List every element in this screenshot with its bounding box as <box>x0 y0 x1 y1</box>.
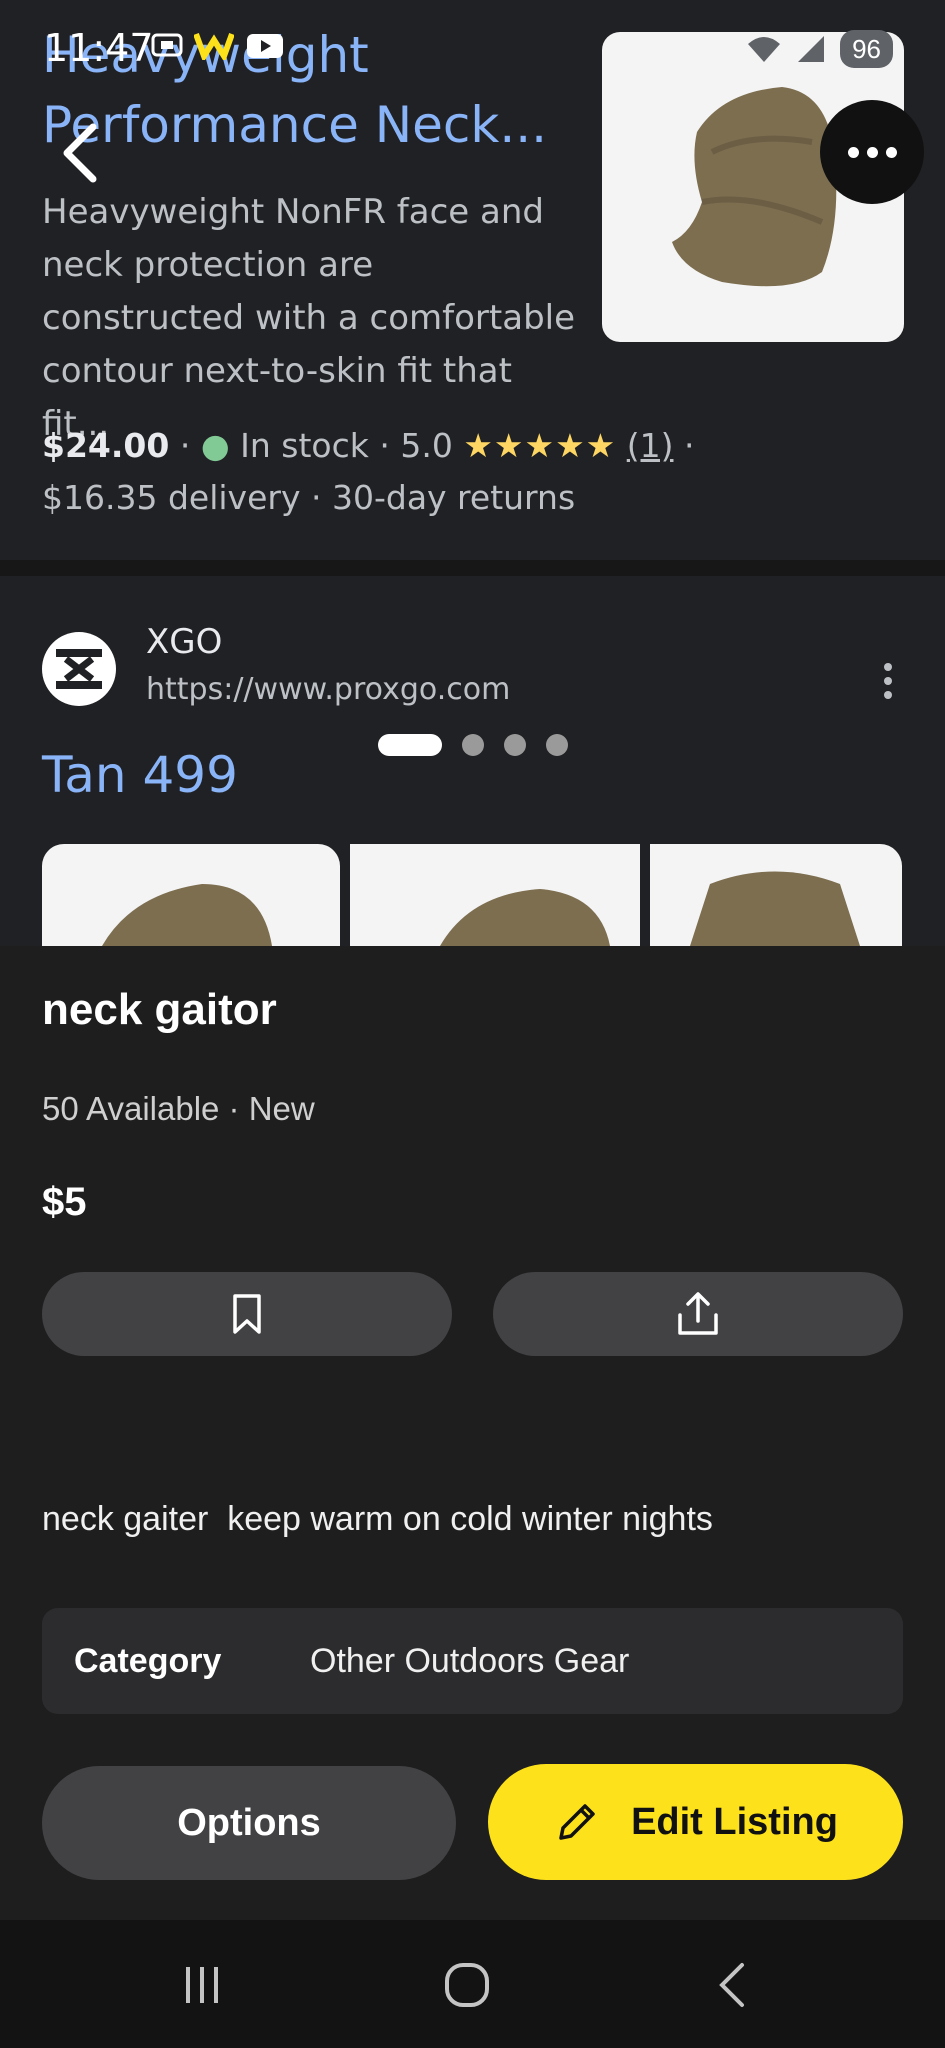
wifi-icon <box>748 37 781 62</box>
pencil-icon <box>559 1804 595 1840</box>
more-vertical-icon <box>884 663 892 671</box>
review-count[interactable]: (1) <box>627 426 674 465</box>
site-logo <box>42 632 116 706</box>
listing-price: $5 <box>42 1180 87 1224</box>
result-divider <box>0 560 945 576</box>
rating-value: 5.0 <box>400 426 453 465</box>
share-icon <box>678 1292 718 1335</box>
youtube-icon <box>246 34 283 58</box>
more-horizontal-icon <box>847 146 859 158</box>
carousel-dot[interactable] <box>462 734 484 756</box>
result-image[interactable] <box>650 844 902 946</box>
recent-apps-button[interactable] <box>152 1950 252 2020</box>
more-options-button[interactable] <box>820 100 924 204</box>
result-title-2[interactable]: Tan 499 <box>42 746 238 804</box>
home-icon <box>445 1963 489 2007</box>
chevron-left-icon <box>63 123 97 183</box>
home-button[interactable] <box>417 1950 517 2020</box>
result-price: $24.00 <box>42 426 170 465</box>
result-image[interactable] <box>350 844 640 946</box>
return-policy: 30-day returns <box>331 478 576 517</box>
back-arrow-icon <box>719 1963 744 2007</box>
result-meta: $24.00 · ● In stock · 5.0 ★★★★★ (1) · $1… <box>42 426 695 517</box>
site-url[interactable]: https://www.proxgo.com <box>146 672 510 707</box>
edit-listing-button[interactable]: Edit Listing <box>488 1764 903 1880</box>
edit-listing-label: Edit Listing <box>631 1800 838 1843</box>
w-app-icon <box>194 32 235 60</box>
recent-apps-icon <box>186 1967 218 2003</box>
star-rating-icon: ★★★★★ <box>463 426 617 465</box>
availability-count: 50 Available <box>42 1090 220 1127</box>
carousel-indicator <box>378 734 568 756</box>
listing-title: neck gaitor <box>42 985 277 1034</box>
back-button[interactable] <box>32 100 128 206</box>
carousel-dot[interactable] <box>546 734 568 756</box>
search-result-card[interactable]: Heavyweight Performance Neck... Heavywei… <box>0 0 945 560</box>
category-row: Category Other Outdoors Gear <box>42 1608 903 1714</box>
navigation-bar <box>0 1920 945 2048</box>
in-stock-dot-icon: ● <box>200 426 230 465</box>
category-label: Category <box>74 1641 222 1680</box>
stock-status: In stock <box>240 426 369 465</box>
save-button[interactable] <box>42 1272 452 1356</box>
result-description: Heavyweight NonFR face and neck protecti… <box>42 192 576 444</box>
bookmark-icon <box>233 1294 261 1334</box>
carousel-dot[interactable] <box>504 734 526 756</box>
category-value: Other Outdoors Gear <box>310 1641 630 1680</box>
status-notification-icons <box>150 30 291 60</box>
options-button[interactable]: Options <box>42 1766 456 1880</box>
share-button[interactable] <box>493 1272 903 1356</box>
status-system-icons: 96 <box>746 30 893 68</box>
result-image[interactable] <box>42 844 340 946</box>
condition: New <box>248 1090 315 1127</box>
listing-availability: 50 Available · New <box>42 1090 315 1127</box>
search-result-card-2[interactable]: XGO https://www.proxgo.com Tan 499 <box>0 576 945 946</box>
nav-back-button[interactable] <box>682 1950 782 2020</box>
result-image-strip <box>42 844 902 946</box>
listing-description: neck gaiter keep warm on cold winter nig… <box>42 1500 713 1538</box>
site-name: XGO <box>146 622 223 662</box>
screenshot-icon <box>151 33 183 57</box>
signal-icon <box>798 36 825 62</box>
battery-indicator: 96 <box>840 30 893 68</box>
carousel-dot-active[interactable] <box>378 734 442 756</box>
status-time: 11:47 <box>44 26 154 70</box>
delivery-cost: $16.35 delivery <box>42 478 301 517</box>
result-menu-button[interactable] <box>876 656 900 706</box>
